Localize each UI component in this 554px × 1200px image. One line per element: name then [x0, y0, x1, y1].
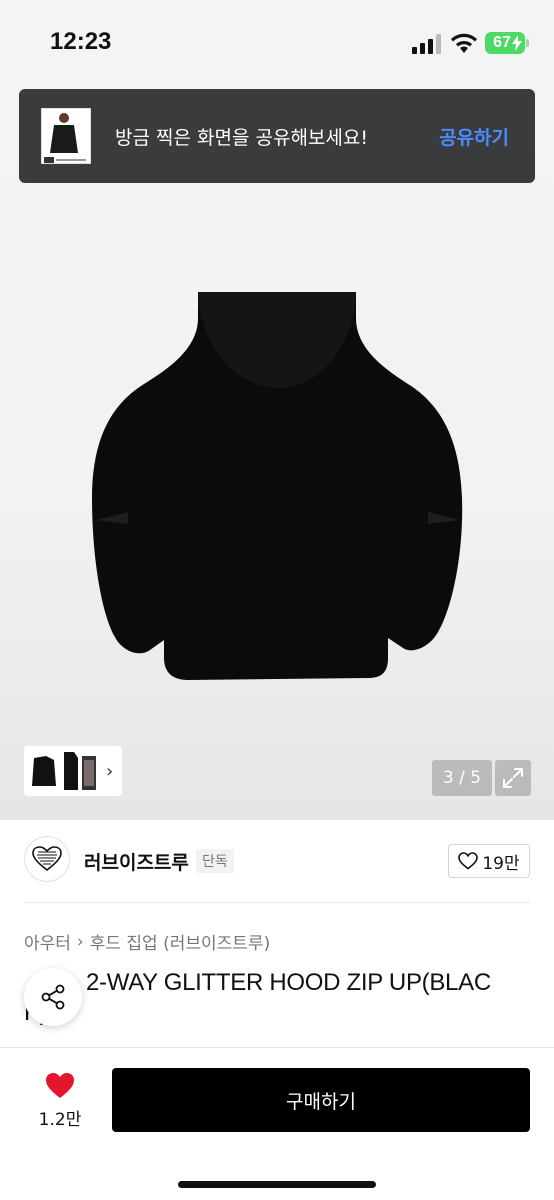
brand-heart-logo-icon	[32, 846, 62, 872]
brand-like-button[interactable]: 19만	[448, 844, 530, 878]
screenshot-thumbnail-image	[42, 109, 90, 163]
battery-tip	[526, 39, 529, 47]
expand-button[interactable]	[495, 760, 531, 796]
screenshot-thumbnail	[41, 108, 91, 164]
battery-icon: 67	[485, 32, 525, 54]
chevron-right-icon: ›	[106, 761, 114, 782]
charging-bolt-icon	[512, 35, 522, 51]
brand-like-count: 19만	[482, 853, 520, 874]
status-time: 12:23	[50, 28, 112, 55]
image-thumbnails-button[interactable]: ›	[24, 746, 122, 796]
product-image-hoodie	[92, 292, 463, 680]
brand-name[interactable]: 러브이즈트루	[84, 848, 189, 875]
heart-outline-icon	[458, 852, 479, 870]
status-bar: 12:23 67	[0, 0, 554, 88]
breadcrumb-separator: ›	[76, 931, 84, 952]
divider	[24, 902, 530, 903]
breadcrumb: 아우터 › 후드 집업 (러브이즈트루)	[24, 929, 270, 955]
share-button[interactable]	[24, 968, 82, 1026]
wishlist-button[interactable]: 1.2만	[34, 1072, 86, 1130]
cellular-signal-icon	[412, 34, 441, 54]
image-counter: 3 / 5	[432, 760, 492, 796]
breadcrumb-subcategory[interactable]: 후드 집업 (러브이즈트루)	[90, 929, 270, 954]
product-title-line1: 2-WAY GLITTER HOOD ZIP UP(BLAC	[86, 969, 491, 996]
screenshot-share-toast: 방금 찍은 화면을 공유해보세요! 공유하기	[19, 89, 535, 183]
wishlist-count: 1.2만	[38, 1110, 82, 1130]
toast-share-button[interactable]: 공유하기	[439, 123, 509, 150]
battery-level: 67	[493, 34, 511, 51]
brand-logo[interactable]	[24, 836, 70, 882]
product-title: 2-WAY GLITTER HOOD ZIP UP(BLAC K)	[24, 968, 524, 1028]
toast-message: 방금 찍은 화면을 공유해보세요!	[115, 127, 368, 149]
breadcrumb-category[interactable]: 아우터	[24, 929, 71, 954]
wifi-icon	[451, 33, 477, 53]
thumbnail-images	[24, 746, 104, 796]
app-screen: 12:23 67 방금 찍은 화면을 공유해보세요! 공유하기 › 3 / 5 …	[0, 0, 554, 1200]
home-indicator	[178, 1181, 376, 1188]
bottom-action-bar: 1.2만 구매하기	[0, 1047, 554, 1200]
heart-filled-icon	[46, 1073, 74, 1098]
share-icon	[41, 984, 65, 1010]
brand-row: 러브이즈트루 단독 19만	[0, 820, 554, 902]
expand-icon	[503, 768, 523, 788]
buy-button[interactable]: 구매하기	[112, 1068, 530, 1132]
exclusive-badge: 단독	[196, 849, 234, 873]
